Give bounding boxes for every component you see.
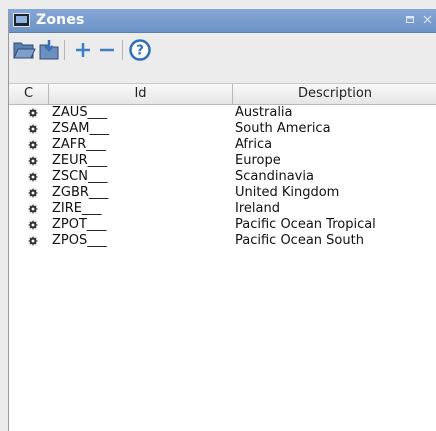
table-row[interactable]: ZAFR___ Africa — [9, 137, 436, 153]
zone-description: Europe — [235, 153, 281, 168]
table-row[interactable]: ZAUS___ Australia — [9, 105, 436, 121]
import-button[interactable] — [37, 38, 61, 62]
table-row[interactable]: ZSAM___ South America — [9, 121, 436, 137]
gear-icon — [28, 236, 38, 246]
gear-icon — [28, 188, 38, 198]
table-row[interactable]: ZSCN___ Scandinavia — [9, 169, 436, 185]
gear-icon — [28, 220, 38, 230]
zone-id: ZSAM___ — [52, 121, 110, 136]
toolbar: ? — [9, 33, 436, 83]
svg-text:?: ? — [136, 44, 144, 59]
table-header: C Id Description — [9, 84, 436, 105]
table-row[interactable]: ZGBR___ United Kingdom — [9, 185, 436, 201]
zone-description: Pacific Ocean South — [235, 233, 364, 248]
toolbar-separator — [64, 40, 65, 60]
column-header-id[interactable]: Id — [49, 84, 233, 104]
open-folder-icon — [13, 42, 36, 59]
zones-table: C Id Description ZAUS___ Australia ZSAM_… — [9, 83, 436, 431]
table-row[interactable]: ZPOS___ Pacific Ocean South — [9, 233, 436, 249]
zone-description: United Kingdom — [235, 185, 340, 200]
zone-id: ZSCN___ — [52, 169, 108, 184]
gear-icon — [28, 124, 38, 134]
zone-id: ZGBR___ — [52, 185, 109, 200]
import-icon — [39, 40, 59, 60]
remove-button[interactable] — [95, 38, 119, 62]
zone-id: ZIRE___ — [52, 201, 102, 216]
remove-icon — [100, 48, 114, 52]
zone-description: Pacific Ocean Tropical — [235, 217, 376, 232]
zone-id: ZPOS___ — [52, 233, 107, 248]
zone-id: ZEUR___ — [52, 153, 108, 168]
zone-description: South America — [235, 121, 331, 136]
toolbar-separator — [122, 40, 123, 60]
gear-icon — [28, 108, 38, 118]
maximize-icon[interactable] — [405, 15, 415, 25]
gear-icon — [28, 140, 38, 150]
open-button[interactable] — [12, 38, 36, 62]
close-icon[interactable] — [422, 15, 432, 25]
window-icon — [13, 13, 30, 27]
zone-id: ZAFR___ — [52, 137, 106, 152]
table-row[interactable]: ZEUR___ Europe — [9, 153, 436, 169]
table-row[interactable]: ZPOT___ Pacific Ocean Tropical — [9, 217, 436, 233]
add-button[interactable] — [71, 38, 95, 62]
column-header-c[interactable]: C — [9, 84, 49, 104]
column-header-description[interactable]: Description — [233, 84, 436, 104]
help-icon: ? — [129, 39, 151, 61]
gear-icon — [28, 172, 38, 182]
add-icon — [76, 43, 90, 57]
zone-description: Scandinavia — [235, 169, 314, 184]
help-button[interactable]: ? — [128, 38, 152, 62]
zone-description: Australia — [235, 105, 293, 120]
window-title: Zones — [36, 12, 85, 28]
title-bar[interactable]: Zones — [9, 9, 436, 33]
zone-id: ZPOT___ — [52, 217, 107, 232]
zones-window: Zones ? C Id Description ZAUS___ Austral… — [8, 9, 436, 431]
zone-id: ZAUS___ — [52, 105, 108, 120]
table-row[interactable]: ZIRE___ Ireland — [9, 201, 436, 217]
gear-icon — [28, 204, 38, 214]
zone-description: Africa — [235, 137, 273, 152]
zone-description: Ireland — [235, 201, 280, 216]
gear-icon — [28, 156, 38, 166]
